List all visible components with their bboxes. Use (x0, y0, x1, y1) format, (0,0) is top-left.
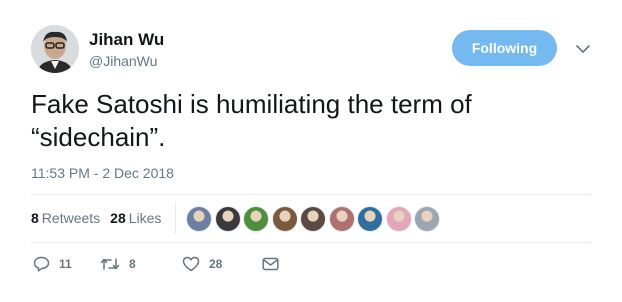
retweets-count: 8 (31, 210, 39, 226)
liker-avatar[interactable] (300, 206, 326, 232)
likes-stat[interactable]: 28 Likes (110, 210, 161, 226)
divider (31, 242, 591, 243)
liker-avatar[interactable] (414, 206, 440, 232)
timestamp[interactable]: 11:53 PM - 2 Dec 2018 (31, 165, 174, 181)
liker-avatar[interactable] (357, 206, 383, 232)
liker-avatar[interactable] (186, 206, 212, 232)
tweet-stats: 8 Retweets 28 Likes (31, 210, 171, 226)
retweet-icon (100, 257, 120, 271)
tweet-text-line-1: Fake Satoshi is humiliating the term of (31, 89, 472, 119)
avatar[interactable] (31, 25, 79, 73)
like-count: 28 (209, 257, 223, 271)
retweets-stat[interactable]: 8 Retweets (31, 210, 100, 226)
liker-avatar[interactable] (328, 206, 355, 232)
direct-message-button[interactable] (262, 257, 279, 271)
liker-avatar[interactable] (385, 206, 412, 232)
reply-button[interactable]: 11 (33, 256, 100, 272)
tweet-card: Jihan Wu @JihanWu Following Fake Satoshi… (0, 0, 622, 302)
likes-count: 28 (110, 210, 126, 226)
tweet-text: Fake Satoshi is humiliating the term of … (31, 88, 591, 154)
following-button[interactable]: Following (452, 30, 557, 66)
tweet-text-line-2: “sidechain”. (31, 122, 166, 152)
retweet-button[interactable]: 8 (100, 257, 182, 271)
divider (31, 194, 591, 195)
liker-avatar[interactable] (243, 206, 269, 232)
like-button[interactable]: 28 (182, 256, 262, 272)
chevron-down-icon[interactable] (574, 40, 592, 58)
likers-avatars (186, 206, 443, 232)
display-name[interactable]: Jihan Wu (89, 30, 164, 50)
liker-avatar[interactable] (214, 206, 241, 232)
stats-separator (175, 202, 176, 234)
likes-label: Likes (128, 210, 162, 226)
heart-icon (182, 256, 200, 272)
reply-count: 11 (59, 257, 72, 271)
action-bar: 11 8 28 (33, 256, 279, 272)
envelope-icon (262, 257, 279, 271)
retweet-count: 8 (129, 257, 136, 271)
reply-icon (33, 256, 50, 272)
liker-avatar[interactable] (271, 206, 298, 232)
username[interactable]: @JihanWu (89, 53, 157, 69)
retweets-label: Retweets (41, 210, 101, 226)
